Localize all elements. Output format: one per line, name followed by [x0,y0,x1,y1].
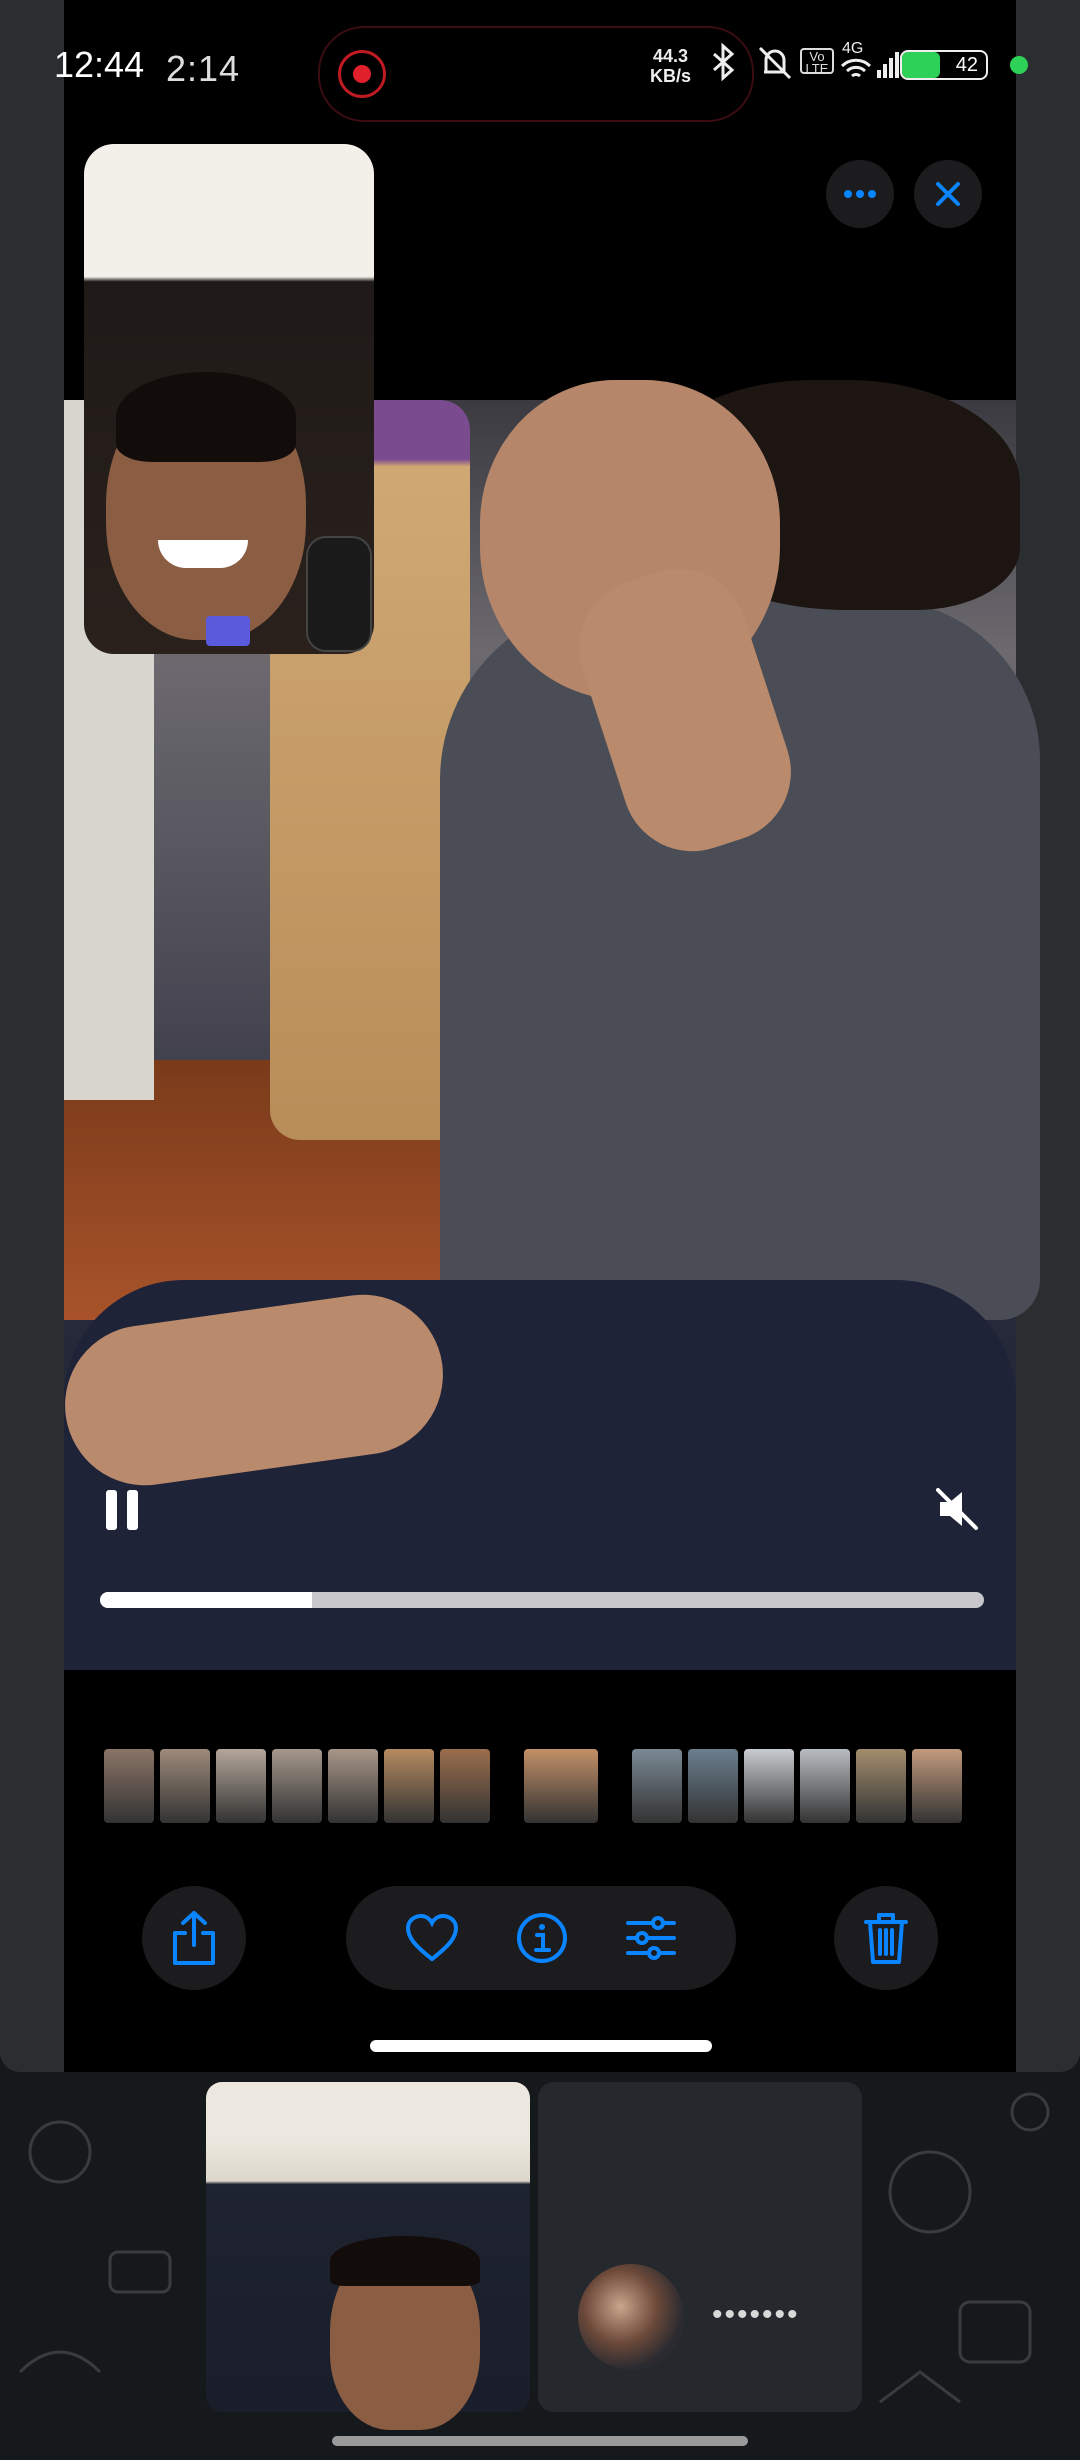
share-button[interactable] [142,1886,246,1990]
connecting-dots: ••••••• [712,2298,800,2331]
ellipsis-icon [844,190,876,198]
network-speed-unit: KB/s [650,66,692,86]
filmstrip-thumbnail[interactable] [912,1749,962,1823]
pip-mini-tile[interactable] [306,536,372,652]
recording-icon [338,50,386,98]
info-icon[interactable] [515,1911,569,1965]
mute-icon[interactable] [932,1484,982,1534]
camera-share-icon [206,616,250,646]
adjust-icon[interactable] [624,1913,678,1963]
close-icon [936,182,960,206]
privacy-indicator [1010,56,1028,74]
photo-filmstrip[interactable] [104,1748,964,1824]
volte-icon: Vo LTE [800,48,834,75]
filmstrip-thumbnail[interactable] [632,1749,682,1823]
filmstrip-thumbnail[interactable] [272,1749,322,1823]
signal-icon [877,52,899,78]
system-home-bar [332,2436,748,2446]
home-indicator [370,2040,712,2052]
filmstrip-thumbnail[interactable] [688,1749,738,1823]
filmstrip-thumbnail[interactable] [104,1749,154,1823]
video-progress-fill [100,1592,313,1608]
wifi-icon [840,58,872,78]
self-tile-hair [330,2236,480,2286]
close-button[interactable] [914,160,982,228]
battery-icon: 42 [900,50,988,80]
filmstrip-thumbnail[interactable] [328,1749,378,1823]
network-speed: 44.3 KB/s [650,46,691,86]
delete-button[interactable] [834,1886,938,1990]
video-progress-bar[interactable] [100,1592,984,1608]
heart-icon[interactable] [404,1913,460,1963]
filmstrip-thumbnail[interactable] [856,1749,906,1823]
filmstrip-thumbnail[interactable] [440,1749,490,1823]
filmstrip-thumbnail[interactable] [216,1749,266,1823]
trash-icon [864,1913,908,1964]
status-time: 12:44 [54,44,145,85]
call-duration: 2:14 [166,48,241,89]
pause-icon[interactable] [104,1488,140,1532]
left-frame [0,0,64,2072]
silent-icon [758,46,792,80]
photo-actions-group [346,1886,736,1990]
participant-tile[interactable] [538,2082,862,2412]
participant-avatar [578,2264,684,2370]
filmstrip-thumbnail[interactable] [524,1749,598,1823]
share-icon [173,1911,215,1965]
filmstrip-thumbnail[interactable] [800,1749,850,1823]
filmstrip-thumbnail[interactable] [160,1749,210,1823]
filmstrip-thumbnail[interactable] [384,1749,434,1823]
bluetooth-icon [713,42,735,82]
network-speed-value: 44.3 [652,46,689,66]
pip-smile [158,540,248,568]
filmstrip-thumbnail[interactable] [744,1749,794,1823]
pip-hair [116,372,296,462]
more-options-button[interactable] [826,160,894,228]
